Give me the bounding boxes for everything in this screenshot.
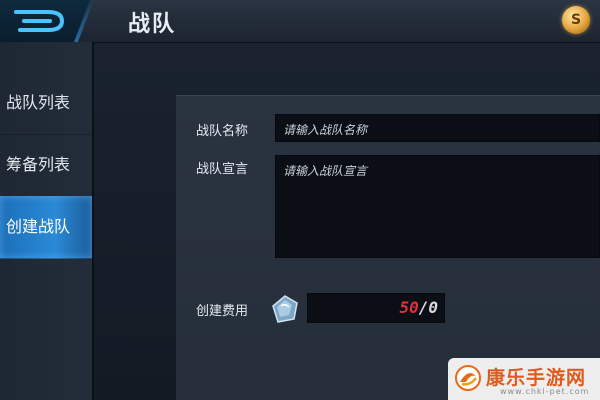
creation-cost-display: 50/0 xyxy=(307,293,445,323)
team-name-input[interactable]: 请输入战队名称 xyxy=(275,114,600,142)
page-title: 战队 xyxy=(128,12,177,37)
team-name-label: 战队名称 xyxy=(196,124,249,139)
sidebar-item-team-list[interactable]: 战队列表 xyxy=(0,72,92,135)
watermark-url: www.chkl-pet.com xyxy=(500,387,590,396)
team-declaration-label: 战队宣言 xyxy=(196,162,249,177)
watermark-logo-icon xyxy=(455,365,481,391)
cost-owned: 0 xyxy=(428,298,438,317)
back-arrow-icon xyxy=(14,10,65,32)
diamond-currency-icon xyxy=(272,295,298,323)
creation-cost-label: 创建费用 xyxy=(196,304,249,319)
coin-symbol: S xyxy=(570,12,582,28)
top-bar: 战队 S xyxy=(0,0,600,43)
watermark: 康乐手游网 www.chkl-pet.com xyxy=(448,358,600,400)
cost-required: 50 xyxy=(399,298,419,317)
team-name-placeholder: 请输入战队名称 xyxy=(283,123,368,137)
cost-value: 50/0 xyxy=(399,298,438,317)
watermark-title: 康乐手游网 xyxy=(486,367,587,389)
game-screen: 战队 S 战队列表 筹备列表 创建战队 战队名称 请输入战队名称 战队宣言 请输… xyxy=(0,0,600,400)
sidebar-item-create-team[interactable]: 创建战队 xyxy=(0,196,92,259)
coin-icon[interactable]: S xyxy=(562,6,590,34)
sidebar: 战队列表 筹备列表 创建战队 xyxy=(0,42,94,400)
team-declaration-placeholder: 请输入战队宣言 xyxy=(283,164,368,178)
cost-separator: / xyxy=(418,298,429,317)
team-declaration-input[interactable]: 请输入战队宣言 xyxy=(275,155,600,258)
sidebar-item-preparation-list[interactable]: 筹备列表 xyxy=(0,134,92,197)
